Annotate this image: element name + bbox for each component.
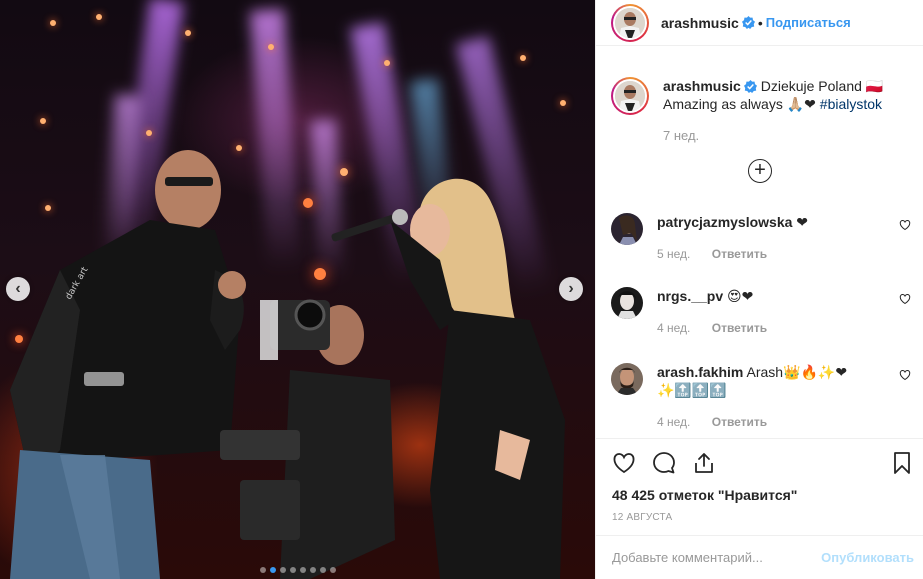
chevron-left-icon: ‹ bbox=[15, 280, 21, 297]
likes-count[interactable]: 48 425 отметок "Нравится" bbox=[612, 487, 797, 503]
comment-text-line-2: ✨🔝🔝🔝 bbox=[657, 382, 727, 398]
like-comment-icon[interactable] bbox=[899, 369, 911, 381]
carousel-dot bbox=[320, 567, 326, 573]
avatar-image bbox=[611, 213, 643, 245]
header-username[interactable]: arashmusic bbox=[661, 15, 739, 31]
avatar-image bbox=[615, 81, 645, 111]
comment-text: Arash👑🔥✨❤ bbox=[746, 364, 848, 380]
comment-time[interactable]: 4 нед. bbox=[657, 415, 690, 429]
avatar-image bbox=[611, 363, 643, 395]
caption-time[interactable]: 7 нед. bbox=[663, 127, 908, 145]
comment-username[interactable]: arash.fakhim bbox=[657, 364, 743, 380]
carousel-dot bbox=[270, 567, 276, 573]
caption-line-2: Amazing as always 🙏🏼❤ bbox=[663, 96, 816, 112]
carousel-dot bbox=[310, 567, 316, 573]
stage-light bbox=[520, 55, 526, 61]
comment-icon[interactable] bbox=[652, 451, 676, 475]
verified-badge-icon bbox=[741, 16, 755, 29]
share-icon[interactable] bbox=[692, 451, 716, 475]
avatar-image bbox=[615, 7, 645, 38]
plus-circle-icon: + bbox=[754, 159, 766, 181]
comment-username[interactable]: nrgs.__pv bbox=[657, 288, 723, 304]
stage-light bbox=[185, 30, 191, 36]
caption: arashmusic Dziekuje Poland 🇵🇱 Amazing as… bbox=[611, 77, 908, 145]
comment-input[interactable] bbox=[612, 550, 812, 565]
comments-list[interactable]: arashmusic Dziekuje Poland 🇵🇱 Amazing as… bbox=[596, 47, 923, 438]
stage-light bbox=[384, 60, 390, 66]
like-comment-icon[interactable] bbox=[899, 293, 911, 305]
stage-light bbox=[40, 118, 46, 124]
carousel-dot bbox=[280, 567, 286, 573]
follow-button[interactable]: Подписаться bbox=[766, 15, 851, 30]
comment-text: ❤ bbox=[796, 214, 809, 230]
caption-username[interactable]: arashmusic bbox=[663, 78, 741, 94]
post-photo[interactable]: dark art ‹ › bbox=[0, 0, 595, 579]
reply-button[interactable]: Ответить bbox=[712, 415, 767, 429]
hashtag-link[interactable]: #bialystok bbox=[820, 96, 882, 112]
avatar[interactable] bbox=[611, 363, 643, 395]
carousel-dot bbox=[260, 567, 266, 573]
comment-item: nrgs.__pv 😍❤ 4 нед. Ответить bbox=[611, 287, 911, 337]
performer-woman bbox=[331, 178, 565, 579]
add-comment-bar: Опубликовать bbox=[596, 535, 923, 579]
stage-light bbox=[268, 44, 274, 50]
avatar[interactable] bbox=[611, 3, 649, 42]
comment-time[interactable]: 4 нед. bbox=[657, 321, 690, 335]
carousel-dot bbox=[300, 567, 306, 573]
reply-button[interactable]: Ответить bbox=[712, 247, 767, 261]
post-sidebar: arashmusic • Подписаться arashmusic Dzie… bbox=[595, 0, 923, 579]
avatar[interactable] bbox=[611, 287, 643, 319]
caption-text: arashmusic Dziekuje Poland 🇵🇱 Amazing as… bbox=[663, 77, 908, 145]
comment-time[interactable]: 5 нед. bbox=[657, 247, 690, 261]
caption-line-1: Dziekuje Poland 🇵🇱 bbox=[760, 78, 884, 94]
carousel-dot bbox=[330, 567, 336, 573]
comment-item: patrycjazmyslowska ❤ 5 нед. Ответить bbox=[611, 213, 911, 263]
carousel-prev-button[interactable]: ‹ bbox=[6, 277, 30, 301]
stage-light bbox=[303, 198, 313, 208]
avatar-image bbox=[611, 287, 643, 319]
stage-light bbox=[146, 130, 152, 136]
comment-item: arash.fakhim Arash👑🔥✨❤ ✨🔝🔝🔝 4 нед. Ответ… bbox=[611, 363, 911, 431]
carousel-next-button[interactable]: › bbox=[559, 277, 583, 301]
like-comment-icon[interactable] bbox=[899, 219, 911, 231]
load-more-comments-button[interactable]: + bbox=[748, 159, 772, 183]
post-actions: 48 425 отметок "Нравится" 12 АВГУСТА Опу… bbox=[596, 438, 923, 568]
stage-light bbox=[50, 20, 56, 26]
verified-badge-icon bbox=[743, 80, 757, 93]
separator-dot: • bbox=[757, 14, 763, 31]
publish-button[interactable]: Опубликовать bbox=[821, 550, 914, 565]
bookmark-icon[interactable] bbox=[890, 451, 914, 475]
chevron-right-icon: › bbox=[568, 280, 574, 297]
avatar[interactable] bbox=[611, 213, 643, 245]
comment-username[interactable]: patrycjazmyslowska bbox=[657, 214, 792, 230]
post-header: arashmusic • Подписаться bbox=[596, 0, 923, 46]
post-date[interactable]: 12 АВГУСТА bbox=[612, 512, 672, 523]
carousel-dot bbox=[290, 567, 296, 573]
reply-button[interactable]: Ответить bbox=[712, 321, 767, 335]
heart-icon[interactable] bbox=[612, 451, 636, 475]
stage-light bbox=[560, 100, 566, 106]
stage-light bbox=[314, 268, 326, 280]
carousel-indicator bbox=[260, 567, 336, 573]
stage-light bbox=[96, 14, 102, 20]
comment-text: 😍❤ bbox=[727, 288, 754, 304]
avatar[interactable] bbox=[611, 77, 649, 115]
